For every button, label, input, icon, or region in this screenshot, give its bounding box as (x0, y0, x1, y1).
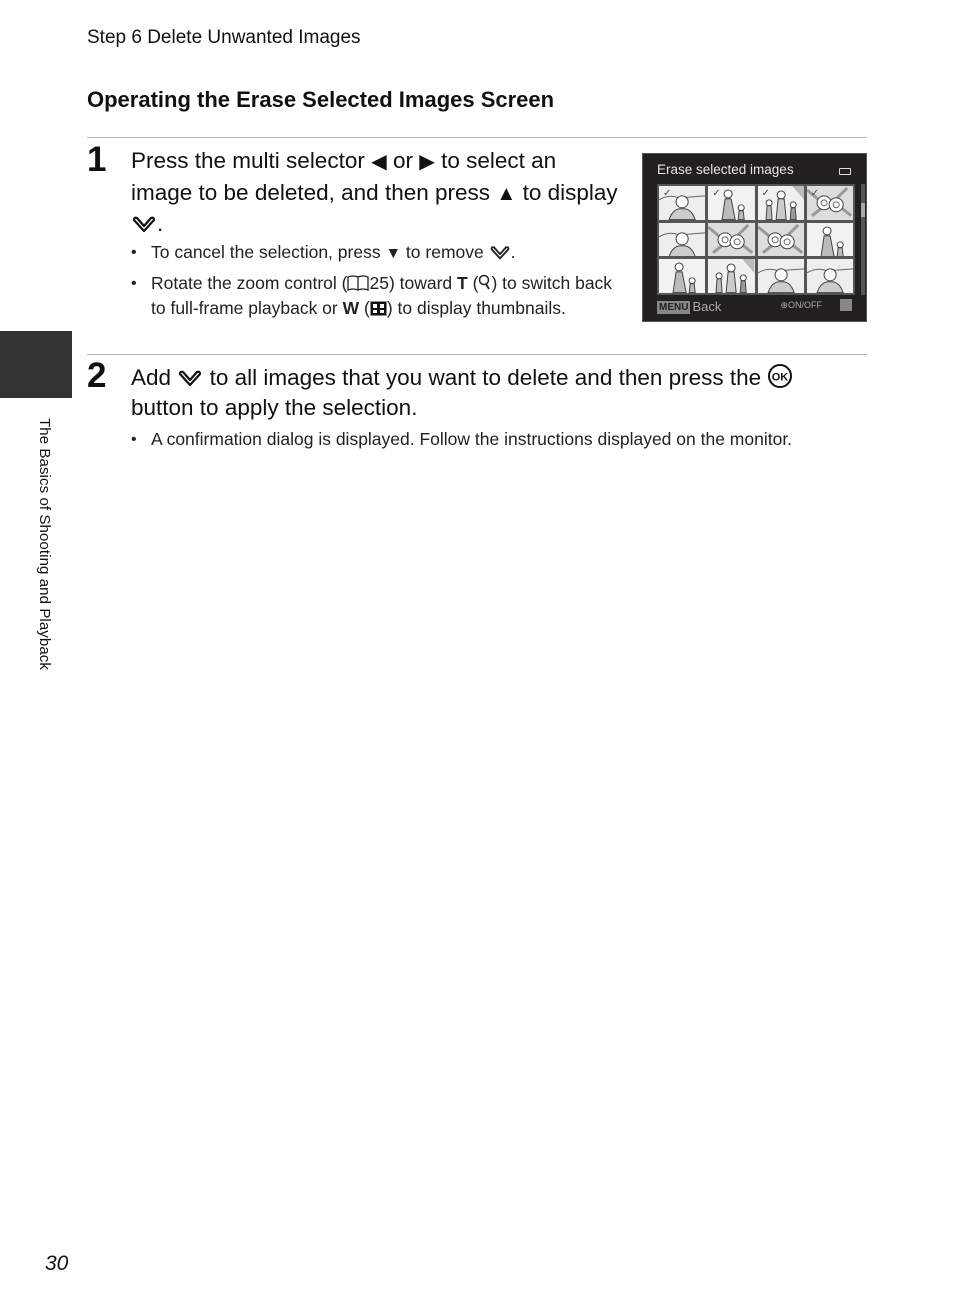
page-reference[interactable]: 25 (369, 273, 388, 293)
text: or (392, 148, 413, 173)
step-number: 2 (87, 356, 107, 395)
text: to remove (405, 242, 484, 262)
left-arrow-icon: ◀ (371, 151, 387, 173)
thumbnail[interactable] (659, 259, 706, 293)
thumbnail[interactable] (659, 222, 706, 257)
step-1-heading: Press the multi selector ◀ or ▶ to selec… (131, 146, 621, 239)
divider (87, 137, 867, 138)
text: to display (522, 179, 618, 205)
back-label: Back (692, 299, 722, 314)
selected-check-icon: ✓ (810, 188, 820, 199)
bullet-item: A confirmation dialog is displayed. Foll… (131, 427, 871, 452)
tele-letter: T (457, 273, 468, 293)
magnifier-icon (479, 274, 491, 290)
chapter-tab (0, 331, 72, 398)
battery-icon (839, 168, 851, 175)
bullet-item: Rotate the zoom control (25) toward T ()… (131, 271, 621, 321)
thumbnail[interactable] (757, 222, 804, 257)
book-reference-icon (347, 275, 370, 291)
menu-button-icon[interactable]: MENU (657, 301, 691, 314)
thumbnail[interactable] (708, 259, 755, 293)
thumbnail[interactable]: ✓ (806, 186, 853, 220)
thumbnail-image (659, 222, 706, 257)
check-mark-icon (132, 216, 156, 233)
ok-button-icon: OK (768, 364, 793, 388)
chapter-label: The Basics of Shooting and Playback (36, 418, 53, 670)
text: Press the multi selector (131, 148, 365, 173)
text: button to apply the selection. (131, 394, 418, 420)
section-title: Operating the Erase Selected Images Scre… (87, 87, 555, 112)
text: ) to display thumbnails. (386, 298, 566, 318)
thumbnail-image (806, 222, 853, 257)
up-arrow-icon: ▲ (496, 182, 517, 205)
thumbnail-image (806, 259, 853, 293)
wide-letter: W (342, 298, 360, 318)
right-arrow-icon: ▶ (419, 151, 435, 173)
thumbnail-grid-icon (370, 301, 387, 316)
text: To cancel the selection, press (151, 242, 381, 262)
thumbnail[interactable] (708, 222, 755, 257)
svg-text:OK: OK (772, 372, 789, 384)
divider (87, 354, 867, 355)
text: ) toward (388, 273, 453, 293)
onoff-label: ON/OFF (788, 300, 822, 310)
selected-check-icon: ✓ (712, 188, 721, 199)
thumbnail-image (757, 222, 804, 257)
onoff-hint: ⊕ON/OFF (780, 300, 822, 310)
scrollbar[interactable] (861, 184, 865, 295)
step-2-heading: Add to all images that you want to delet… (131, 363, 861, 422)
camera-bottom-bar: MENU Back ⊕ON/OFF (657, 299, 856, 315)
thumbnail-image (708, 222, 755, 257)
thumbnail[interactable] (757, 259, 804, 293)
text: Add (131, 365, 172, 390)
bullet-item: To cancel the selection, press ▼ to remo… (131, 240, 621, 266)
selected-check-icon: ✓ (761, 188, 770, 199)
thumbnail-grid: ✓ ✓ ✓ ✓ (657, 184, 855, 295)
step-number: 1 (87, 140, 107, 179)
camera-screen-title: Erase selected images (657, 162, 794, 177)
step-1-bullets: To cancel the selection, press ▼ to remo… (131, 240, 621, 326)
down-arrow-icon: ▼ (385, 245, 402, 262)
thumbnail[interactable]: ✓ (757, 186, 804, 220)
text: to all images that you want to delete an… (209, 365, 762, 390)
scrollbar-thumb[interactable] (861, 203, 865, 217)
running-head: Step 6 Delete Unwanted Images (87, 27, 361, 48)
thumbnail[interactable]: ✓ (708, 186, 755, 220)
check-mark-icon (490, 246, 510, 260)
thumbnail-image (708, 259, 755, 293)
thumbnail[interactable] (806, 222, 853, 257)
selected-check-icon: ✓ (663, 188, 672, 199)
thumbnail[interactable] (806, 259, 853, 293)
check-mark-icon (179, 370, 202, 387)
thumbnail-image (659, 259, 706, 293)
text: . (510, 242, 516, 262)
thumbnail[interactable]: ✓ (659, 186, 706, 220)
page-number: 30 (45, 1252, 69, 1275)
zoom-magnifier-icon (840, 299, 852, 311)
step-2-bullets: A confirmation dialog is displayed. Foll… (131, 427, 871, 457)
text: Rotate the zoom control ( (151, 273, 348, 293)
camera-screen: Erase selected images ✓ ✓ ✓ ✓ MENU Back ⊕ON/… (642, 153, 867, 322)
thumbnail-image (757, 259, 804, 293)
text: . (157, 211, 164, 236)
